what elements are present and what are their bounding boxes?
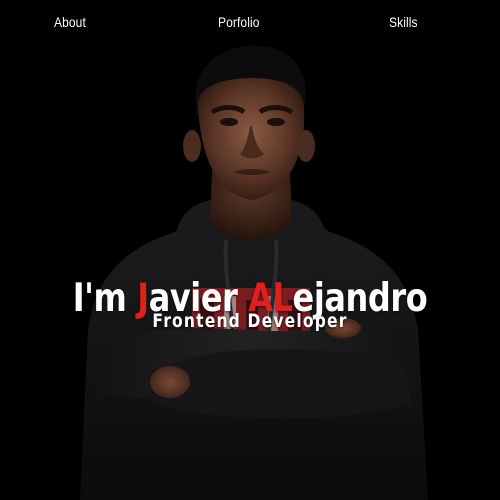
hero-subtitle: Frontend Developer [152,310,348,332]
nav-link-skills[interactable]: Skills [389,14,418,30]
nav-link-about[interactable]: About [54,14,86,30]
top-nav: About Porfolio Skills [0,14,500,38]
nav-link-portfolio[interactable]: Porfolio [218,14,260,30]
profile-photo [80,45,428,500]
